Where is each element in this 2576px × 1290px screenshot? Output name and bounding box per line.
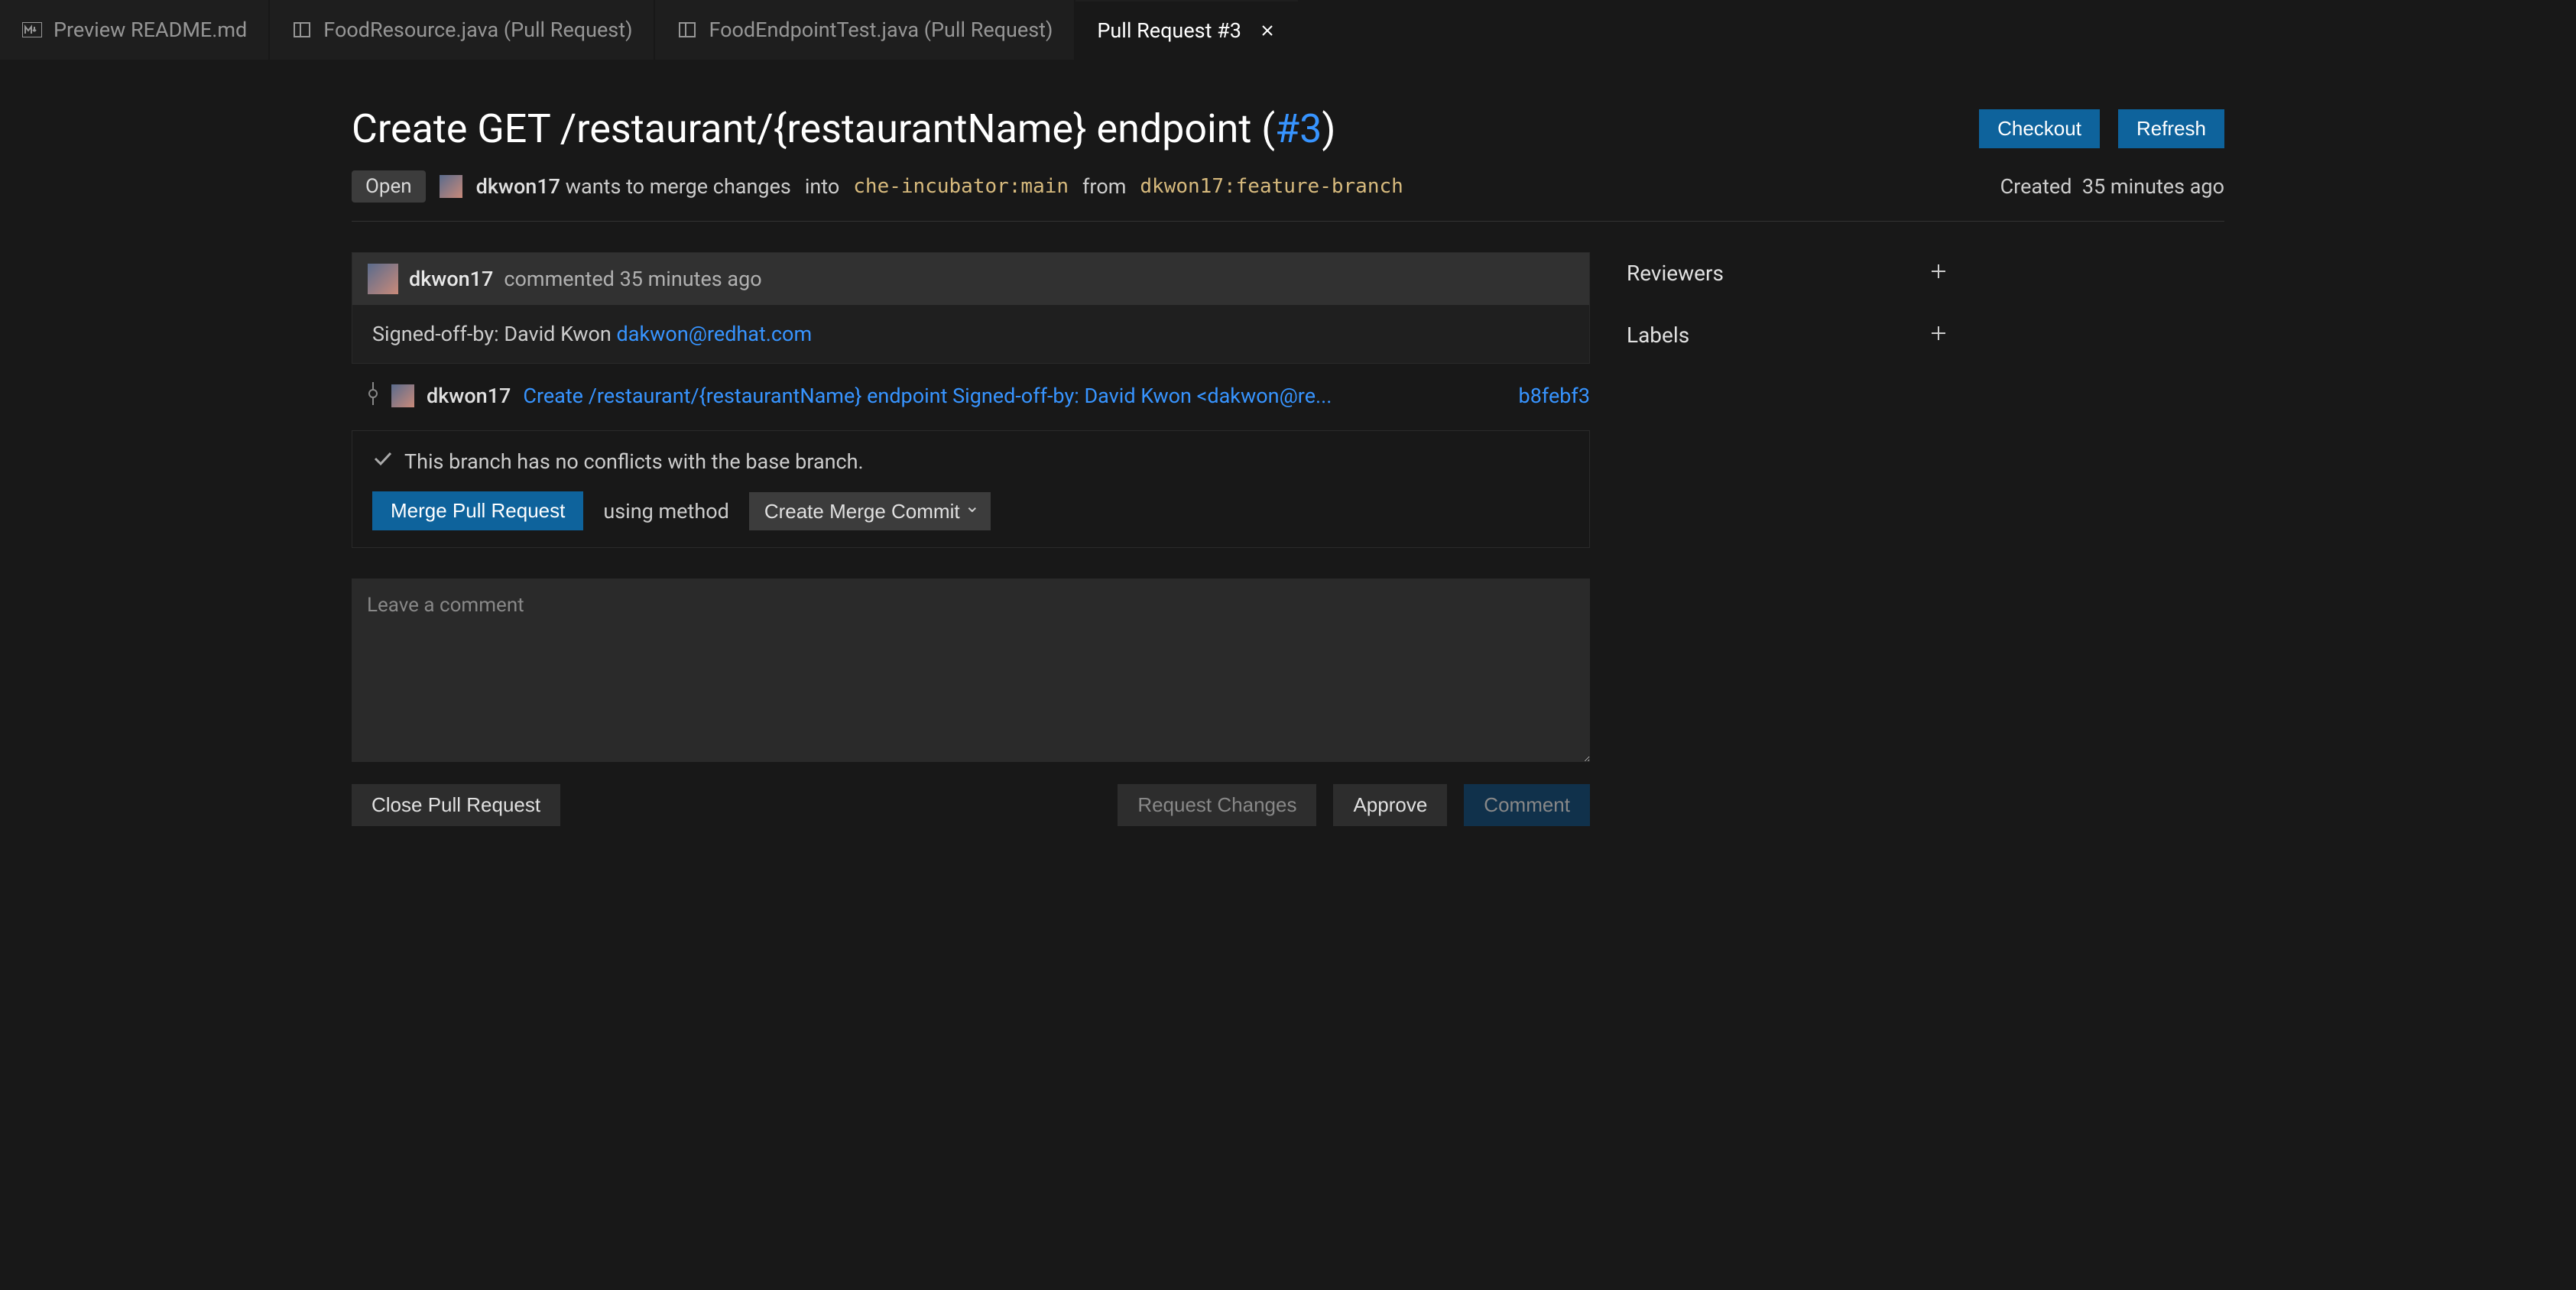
commit-sha-link[interactable]: b8febf3 bbox=[1519, 384, 1590, 408]
using-method-label: using method bbox=[603, 499, 728, 523]
labels-label: Labels bbox=[1627, 322, 1689, 348]
pr-number-link[interactable]: #3 bbox=[1275, 105, 1322, 152]
comment-author: dkwon17 bbox=[409, 267, 493, 291]
avatar bbox=[440, 175, 462, 198]
comment-button[interactable]: Comment bbox=[1464, 784, 1590, 826]
pr-title: Create GET /restaurant/{restaurantName} … bbox=[352, 105, 1335, 152]
tab-pull-request-3[interactable]: Pull Request #3 bbox=[1075, 0, 1298, 60]
merge-description: dkwon17 wants to merge changes bbox=[476, 174, 791, 199]
commit-row: dkwon17 Create /restaurant/{restaurantNa… bbox=[352, 382, 1590, 409]
no-conflicts-text: This branch has no conflicts with the ba… bbox=[404, 449, 864, 474]
merge-method-select[interactable]: Create Merge Commit bbox=[749, 492, 991, 530]
avatar bbox=[391, 384, 414, 407]
comment-input[interactable] bbox=[352, 579, 1590, 762]
tab-food-endpoint-test[interactable]: FoodEndpointTest.java (Pull Request) bbox=[655, 0, 1074, 60]
reviewers-label: Reviewers bbox=[1627, 261, 1724, 286]
comment-time: commented 35 minutes ago bbox=[504, 267, 761, 291]
commit-message-link[interactable]: Create /restaurant/{restaurantName} endp… bbox=[523, 384, 1506, 408]
comment-card: dkwon17 commented 35 minutes ago Signed-… bbox=[352, 252, 1590, 364]
created-time: Created 35 minutes ago bbox=[2000, 174, 2224, 199]
commit-author: dkwon17 bbox=[427, 384, 511, 408]
approve-button[interactable]: Approve bbox=[1333, 784, 1447, 826]
refresh-button[interactable]: Refresh bbox=[2118, 109, 2224, 148]
split-icon bbox=[291, 19, 313, 41]
target-branch: che-incubator:main bbox=[853, 175, 1069, 198]
tab-label: Pull Request #3 bbox=[1097, 18, 1241, 43]
close-icon[interactable] bbox=[1258, 21, 1277, 40]
tab-label: Preview README.md bbox=[54, 18, 247, 42]
markdown-icon bbox=[21, 19, 43, 41]
add-label-button[interactable] bbox=[1929, 322, 1948, 348]
comment-body: Signed-off-by: David Kwon dakwon@redhat.… bbox=[352, 305, 1589, 363]
split-icon bbox=[676, 19, 698, 41]
labels-section: Labels bbox=[1627, 314, 1948, 376]
check-icon bbox=[372, 448, 394, 475]
tab-label: FoodEndpointTest.java (Pull Request) bbox=[709, 18, 1053, 42]
avatar bbox=[368, 264, 398, 294]
reviewers-section: Reviewers bbox=[1627, 252, 1948, 314]
tab-preview-readme[interactable]: Preview README.md bbox=[0, 0, 268, 60]
source-branch: dkwon17:feature-branch bbox=[1140, 175, 1403, 198]
status-badge: Open bbox=[352, 170, 426, 203]
merge-card: This branch has no conflicts with the ba… bbox=[352, 430, 1590, 548]
close-pr-button[interactable]: Close Pull Request bbox=[352, 784, 560, 826]
add-reviewer-button[interactable] bbox=[1929, 260, 1948, 287]
checkout-button[interactable]: Checkout bbox=[1979, 109, 2100, 148]
tab-food-resource[interactable]: FoodResource.java (Pull Request) bbox=[270, 0, 654, 60]
merge-pr-button[interactable]: Merge Pull Request bbox=[372, 491, 583, 530]
commit-dot-icon bbox=[367, 382, 379, 409]
tab-label: FoodResource.java (Pull Request) bbox=[323, 18, 632, 42]
tab-bar: Preview README.md FoodResource.java (Pul… bbox=[0, 0, 2576, 60]
request-changes-button[interactable]: Request Changes bbox=[1118, 784, 1316, 826]
email-link[interactable]: dakwon@redhat.com bbox=[617, 322, 813, 346]
